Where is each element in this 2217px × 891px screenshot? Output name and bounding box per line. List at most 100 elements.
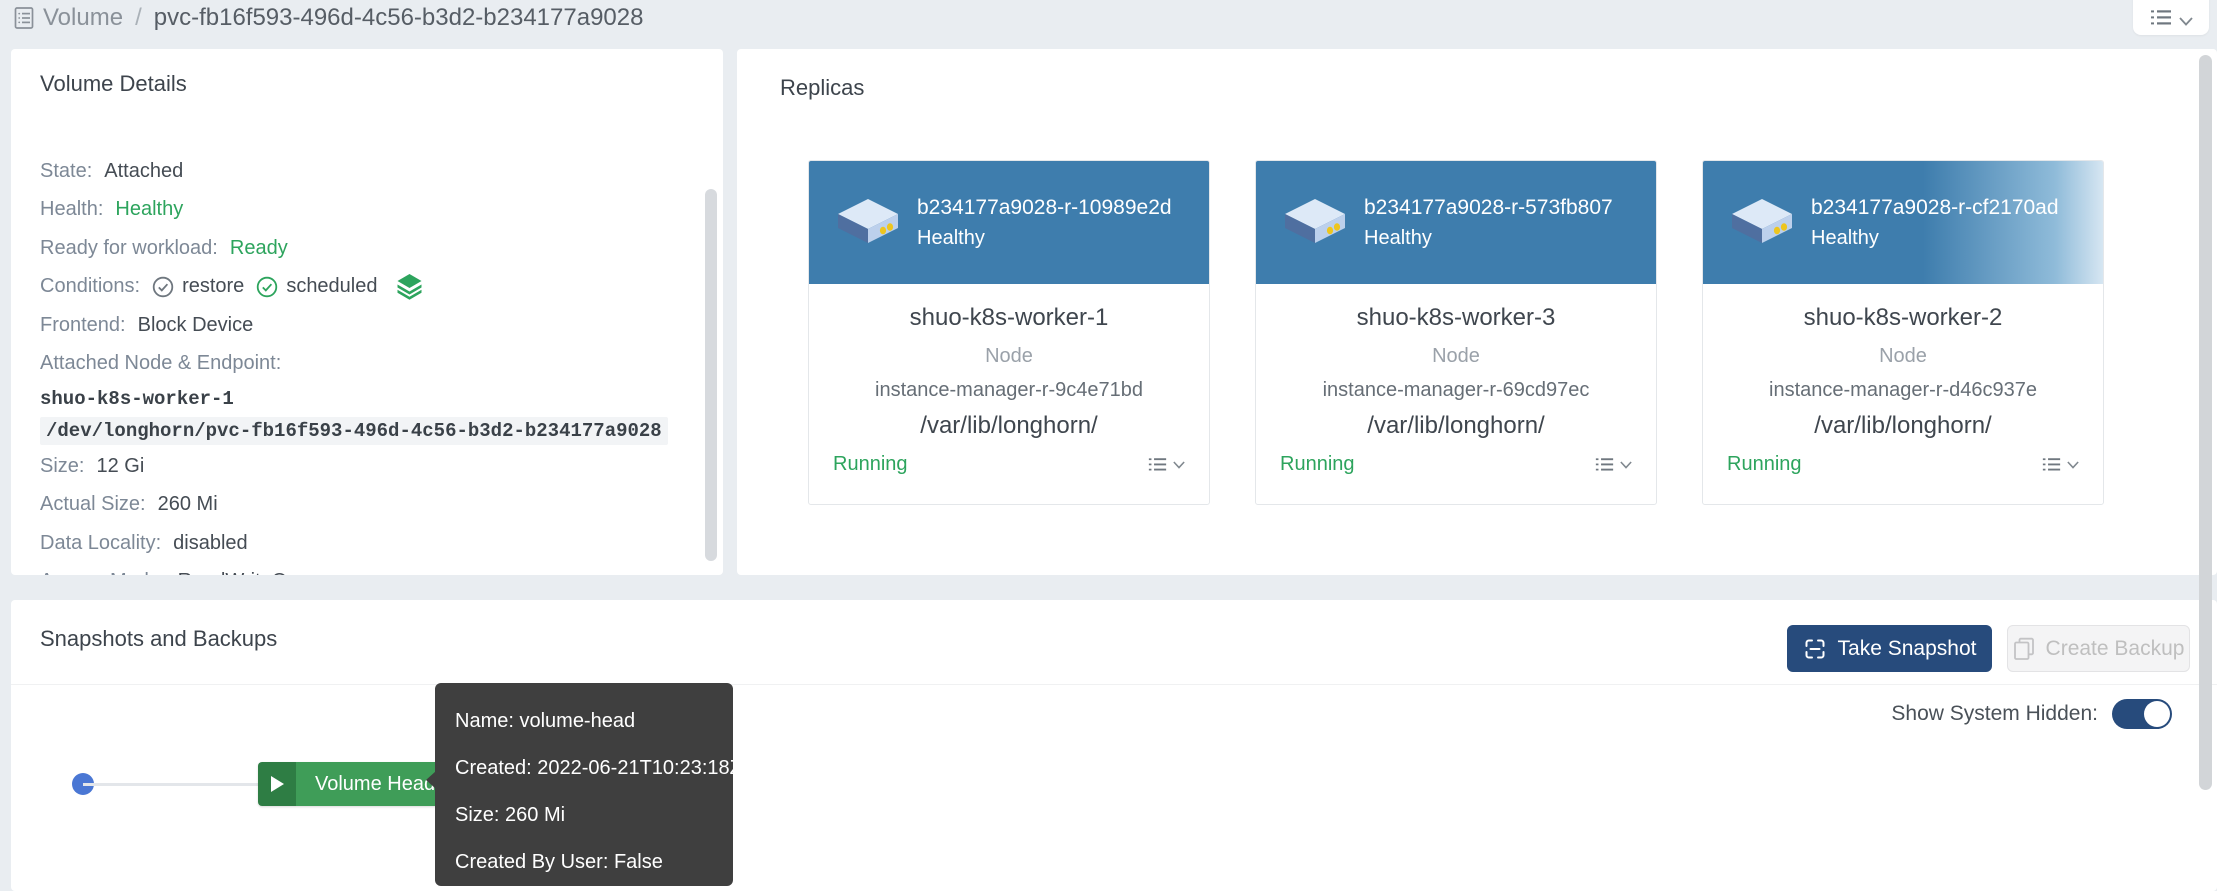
replica-name: b234177a9028-r-10989e2d (917, 196, 1172, 220)
snapshots-title: Snapshots and Backups (40, 626, 277, 652)
replicas-panel: Replicas b234177a9028-r-10989e2d Healthy (737, 49, 2217, 575)
replica-node-label: Node (1703, 345, 2103, 368)
chevron-down-icon (2179, 17, 2193, 26)
replica-card: b234177a9028-r-573fb807 Healthy shuo-k8s… (1255, 160, 1657, 505)
replica-status: Running (833, 453, 908, 476)
check-circle-icon (152, 276, 174, 298)
access-mode-value: ReadWriteOnce (178, 570, 320, 575)
replica-data-path: /var/lib/longhorn/ (809, 412, 1209, 440)
replica-health: Healthy (1364, 227, 1613, 250)
snapshots-panel: Snapshots and Backups Take Snapshot Crea… (11, 600, 2217, 891)
detail-row-size: Size: 12 Gi (40, 447, 683, 486)
volume-head-tooltip: Name: volume-head Created: 2022-06-21T10… (435, 683, 733, 886)
condition-scheduled-label: scheduled (286, 275, 377, 298)
replica-health: Healthy (917, 227, 1172, 250)
size-value: 12 Gi (96, 455, 144, 478)
health-label: Health: (40, 198, 103, 221)
tooltip-arrow (426, 771, 436, 789)
replicas-title: Replicas (780, 75, 864, 101)
snapshot-timeline-line (83, 783, 258, 786)
replica-card-footer: Running (809, 440, 1209, 476)
replica-node-name: shuo-k8s-worker-2 (1703, 304, 2103, 332)
create-backup-label: Create Backup (2046, 637, 2185, 661)
actual-size-label: Actual Size: (40, 493, 146, 516)
copy-icon (2013, 637, 2035, 661)
volume-details-list: State: Attached Health: Healthy Ready fo… (40, 152, 683, 575)
replica-card: b234177a9028-r-cf2170ad Healthy shuo-k8s… (1702, 160, 2104, 505)
create-backup-button[interactable]: Create Backup (2007, 625, 2190, 672)
replica-node-label: Node (1256, 345, 1656, 368)
condition-restore-label: restore (182, 275, 244, 298)
endpoint-label: Attached Node & Endpoint: (40, 352, 281, 375)
replica-card-footer: Running (1703, 440, 2103, 476)
details-panel-scrollbar[interactable] (705, 189, 717, 561)
detail-row-health: Health: Healthy (40, 191, 683, 230)
replica-menu-button[interactable] (1148, 457, 1185, 472)
replica-card-body: shuo-k8s-worker-3 Node instance-manager-… (1256, 304, 1656, 440)
replica-header-text: b234177a9028-r-10989e2d Healthy (917, 196, 1172, 250)
layers-icon[interactable] (396, 273, 423, 301)
replica-card-header: b234177a9028-r-10989e2d Healthy (809, 161, 1209, 284)
ready-value: Ready (230, 237, 288, 260)
detail-row-data-locality: Data Locality: disabled (40, 524, 683, 563)
replica-card-body: shuo-k8s-worker-2 Node instance-manager-… (1703, 304, 2103, 440)
take-snapshot-button[interactable]: Take Snapshot (1787, 625, 1992, 672)
show-system-hidden-label: Show System Hidden: (1891, 702, 2098, 726)
volume-icon (14, 5, 35, 31)
data-locality-label: Data Locality: (40, 532, 161, 555)
breadcrumb-section-volume[interactable]: Volume (43, 4, 123, 32)
state-label: State: (40, 160, 92, 183)
tooltip-name: Name: volume-head (455, 698, 713, 745)
replica-card-body: shuo-k8s-worker-1 Node instance-manager-… (809, 304, 1209, 440)
replica-data-path: /var/lib/longhorn/ (1256, 412, 1656, 440)
replica-status: Running (1727, 453, 1802, 476)
scan-icon (1803, 637, 1827, 661)
volume-details-title: Volume Details (40, 71, 187, 97)
tooltip-created: Created: 2022-06-21T10:23:18Z (455, 745, 713, 792)
replica-card-header: b234177a9028-r-cf2170ad Healthy (1703, 161, 2103, 284)
check-circle-icon (256, 276, 278, 298)
endpoint-path-value: /dev/longhorn/pvc-fb16f593-496d-4c56-b3d… (40, 417, 668, 445)
frontend-value: Block Device (138, 314, 254, 337)
toggle-knob (2144, 701, 2170, 727)
unordered-list-icon (2150, 9, 2172, 26)
longhorn-volume-page: { "topbar": { "section": "Volume", "sepa… (0, 0, 2217, 891)
replica-node-name: shuo-k8s-worker-1 (809, 304, 1209, 332)
actual-size-value: 260 Mi (158, 493, 218, 516)
disk-icon (1282, 197, 1348, 249)
replica-card: b234177a9028-r-10989e2d Healthy shuo-k8s… (808, 160, 1210, 505)
tooltip-created-by-user: Created By User: False (455, 839, 713, 886)
condition-restore[interactable]: restore (152, 275, 244, 298)
show-system-hidden-toggle[interactable] (2112, 699, 2172, 729)
replica-data-path: /var/lib/longhorn/ (1703, 412, 2103, 440)
page-actions-menu-button[interactable] (2133, 0, 2209, 35)
replica-status: Running (1280, 453, 1355, 476)
size-label: Size: (40, 455, 84, 478)
replica-card-footer: Running (1256, 440, 1656, 476)
show-system-hidden-row: Show System Hidden: (1891, 699, 2172, 729)
snapshots-divider (11, 684, 2217, 685)
page-scrollbar[interactable] (2199, 55, 2212, 790)
detail-row-endpoint-label: Attached Node & Endpoint: (40, 345, 683, 384)
state-value: Attached (104, 160, 183, 183)
replica-header-text: b234177a9028-r-cf2170ad Healthy (1811, 196, 2059, 250)
replica-cards: b234177a9028-r-10989e2d Healthy shuo-k8s… (808, 160, 2104, 505)
breadcrumb: Volume / pvc-fb16f593-496d-4c56-b3d2-b23… (14, 4, 643, 32)
replica-instance-manager: instance-manager-r-d46c937e (1703, 379, 2103, 402)
data-locality-value: disabled (173, 532, 248, 555)
replica-menu-button[interactable] (2042, 457, 2079, 472)
endpoint-path-row: /dev/longhorn/pvc-fb16f593-496d-4c56-b3d… (40, 414, 683, 447)
replica-instance-manager: instance-manager-r-69cd97ec (1256, 379, 1656, 402)
breadcrumb-volume-name: pvc-fb16f593-496d-4c56-b3d2-b234177a9028 (154, 4, 644, 32)
disk-icon (835, 197, 901, 249)
conditions-label: Conditions: (40, 275, 140, 298)
replica-menu-button[interactable] (1595, 457, 1632, 472)
detail-row-conditions: Conditions: restore scheduled (40, 268, 683, 307)
replica-name: b234177a9028-r-573fb807 (1364, 196, 1613, 220)
health-value: Healthy (115, 198, 183, 221)
condition-scheduled[interactable]: scheduled (256, 275, 377, 298)
volume-head-button[interactable]: Volume Head (258, 762, 454, 806)
detail-row-access-mode: Access Mode: ReadWriteOnce (40, 563, 683, 576)
attached-node-value: shuo-k8s-worker-1 (40, 383, 683, 414)
disk-icon (1729, 197, 1795, 249)
